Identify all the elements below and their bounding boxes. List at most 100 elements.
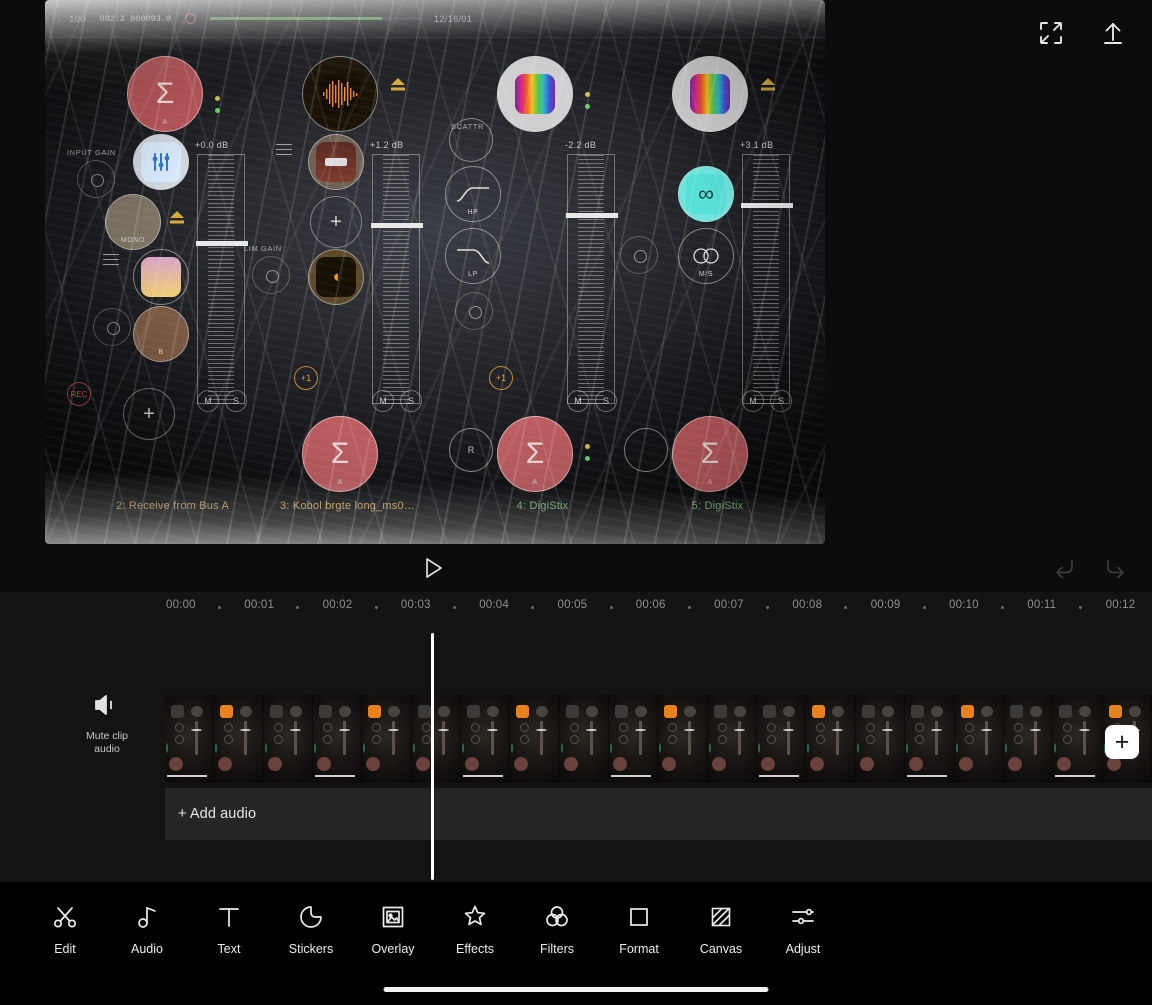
ruler-tick-label: 00:02: [322, 599, 353, 611]
ruler-tick-dot: [452, 606, 456, 609]
fx-app-icon: [141, 257, 181, 297]
mute-clip-audio-label: Mute clip audio: [62, 730, 152, 757]
mixer-tempo: ♩ 100: [57, 13, 86, 24]
fader-cap[interactable]: [741, 203, 793, 208]
mixer-topbar: ♩ 100 002:2 000093.0 12/16/01: [45, 0, 825, 38]
filmstrip-frame[interactable]: [855, 695, 906, 783]
fader-cap[interactable]: [371, 223, 423, 228]
mixer-fader-1[interactable]: [196, 154, 248, 404]
add-audio-track[interactable]: + Add audio: [165, 788, 1152, 840]
fader-cap[interactable]: [196, 241, 248, 246]
ruler-tick-label: 00:00: [166, 599, 196, 611]
eject-icon: [760, 78, 776, 92]
mixer-fader-db-4: -2.2 dB: [565, 140, 597, 150]
filmstrip-frame[interactable]: [757, 695, 807, 783]
filmstrip-frame[interactable]: [954, 695, 1004, 783]
mixer-solo-button-3[interactable]: S: [400, 390, 422, 412]
mixer-solo-button-5[interactable]: S: [770, 390, 792, 412]
infinity-app-icon: ∞: [686, 174, 726, 214]
filmstrip-frame[interactable]: [510, 695, 560, 783]
mixer-waveform-node: [302, 56, 378, 132]
ruler-tick-dot: [766, 606, 770, 609]
mixer-limiter-plugin-node: ◖: [308, 249, 364, 305]
mixer-mute-button-1[interactable]: M: [197, 390, 219, 412]
timeline-ruler[interactable]: 00:00 00:01 00:02 00:03 00:04 00:05 00:06 00:07…: [0, 592, 1152, 622]
mixer-channel-name-2: 2: Receive from Bus A: [115, 500, 230, 512]
filmstrip-frame[interactable]: [905, 695, 955, 783]
tool-effects[interactable]: Effects: [434, 900, 516, 956]
tool-audio[interactable]: Audio: [106, 900, 188, 956]
filmstrip-frame[interactable]: [1003, 695, 1054, 783]
tool-label: Format: [619, 942, 659, 956]
undo-arrow-icon[interactable]: [1048, 553, 1078, 583]
mixer-fader-4[interactable]: [566, 154, 618, 404]
filmstrip-frame[interactable]: [313, 695, 363, 783]
tool-edit[interactable]: Edit: [24, 900, 106, 956]
filmstrip-frame[interactable]: [559, 695, 610, 783]
mixer-mute-button-4[interactable]: M: [567, 390, 589, 412]
tool-label: Overlay: [371, 942, 415, 956]
filmstrip-frame[interactable]: [263, 695, 314, 783]
mixer-plus-node-1[interactable]: +: [123, 388, 175, 440]
video-editor-app: ♩ 100 002:2 000093.0 12/16/01 Σ A INPUT …: [0, 0, 1152, 1005]
redo-arrow-icon[interactable]: [1102, 553, 1132, 583]
tool-overlay[interactable]: Overlay: [352, 900, 434, 956]
tool-adjust[interactable]: Adjust: [762, 900, 844, 956]
mute-clip-audio-button[interactable]: Mute clip audio: [62, 692, 152, 757]
video-preview-frame[interactable]: ♩ 100 002:2 000093.0 12/16/01 Σ A INPUT …: [45, 0, 825, 544]
tool-filters[interactable]: Filters: [516, 900, 598, 956]
waveform-app-icon: [320, 74, 360, 114]
filmstrip-frame[interactable]: [609, 695, 659, 783]
add-audio-label: + Add audio: [178, 806, 257, 822]
filmstrip-frame[interactable]: [165, 695, 215, 783]
filmstrip-frame[interactable]: [362, 695, 412, 783]
sparkle-star-icon: [462, 900, 488, 934]
filmstrip-frame[interactable]: [1053, 695, 1103, 783]
tool-format[interactable]: Format: [598, 900, 680, 956]
filmstrip-frame[interactable]: [806, 695, 856, 783]
mixer-eq-plugin-node: [133, 134, 189, 190]
filmstrip[interactable]: [165, 695, 1152, 783]
mixer-solo-button-4[interactable]: S: [595, 390, 617, 412]
mixer-record-dot: [184, 13, 196, 24]
home-indicator: [383, 987, 769, 992]
mixer-mono-node: MONO: [105, 194, 161, 250]
add-clip-button[interactable]: +: [1105, 725, 1139, 759]
filmstrip-frame[interactable]: [411, 695, 462, 783]
mixer-input-gain-knob: [77, 160, 115, 198]
mixer-solo-button-1[interactable]: S: [225, 390, 247, 412]
filmstrip-frame[interactable]: [214, 695, 264, 783]
mixer-mute-button-3[interactable]: M: [372, 390, 394, 412]
bottom-toolbar: Edit Audio Text Stickers Overlay Effects Filte…: [0, 882, 1152, 1005]
fader-cap[interactable]: [566, 213, 618, 218]
filmstrip-frame[interactable]: [707, 695, 758, 783]
mixer-plus-node-3[interactable]: +: [310, 196, 362, 248]
menu-lines-icon: [103, 254, 119, 269]
mixer-fader-db-1: +0.0 dB: [195, 140, 229, 150]
mixer-channel-name-5: 5: DigiStix: [691, 500, 744, 512]
tool-text[interactable]: Text: [188, 900, 270, 956]
mixer-led-green: [215, 108, 220, 113]
sliders-adjust-icon: [790, 900, 816, 934]
mixer-rec-badge: REC: [67, 382, 91, 406]
square-format-icon: [626, 900, 652, 934]
tool-canvas[interactable]: Canvas: [680, 900, 762, 956]
upload-share-icon[interactable]: [1096, 16, 1130, 50]
play-button[interactable]: [417, 551, 451, 585]
filmstrip-frame[interactable]: [658, 695, 708, 783]
ruler-tick-label: 00:08: [792, 599, 823, 611]
filmstrip-frame[interactable]: [461, 695, 511, 783]
tool-stickers[interactable]: Stickers: [270, 900, 352, 956]
mixer-mute-button-5[interactable]: M: [742, 390, 764, 412]
expand-icon[interactable]: [1034, 16, 1068, 50]
mixer-fader-5[interactable]: [741, 154, 793, 404]
mixer-fader-3[interactable]: [371, 154, 423, 404]
video-clip-track[interactable]: [165, 695, 1152, 783]
mixer-channel-name-3: 3: Kobol brgte long_ms0…: [279, 500, 416, 512]
mixer-hp-node: HP: [445, 166, 501, 222]
mixer-plus-badge-3: +1: [294, 366, 318, 390]
ruler-tick-dot: [296, 606, 300, 609]
playhead[interactable]: [431, 633, 434, 880]
tool-label: Audio: [131, 942, 163, 956]
mixer-pan-knob-4: [455, 292, 493, 330]
